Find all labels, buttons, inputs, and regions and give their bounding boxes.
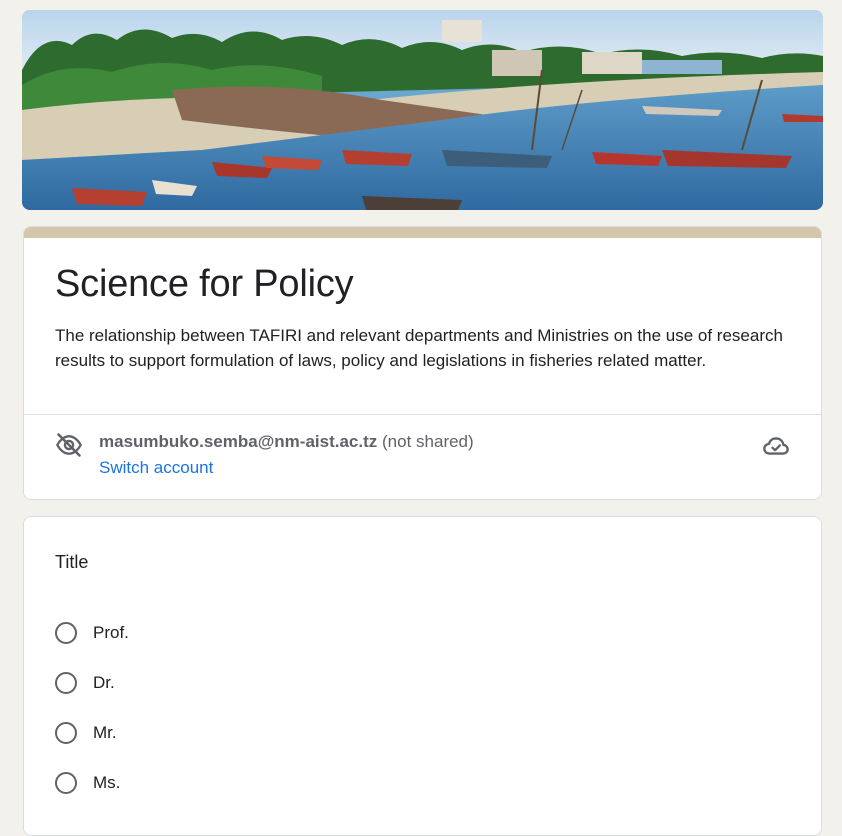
option-label: Ms.: [93, 773, 121, 792]
form-description: The relationship between TAFIRI and rele…: [55, 326, 783, 370]
option-ms[interactable]: Ms.: [55, 758, 129, 808]
header-accent-bar: [24, 227, 821, 238]
option-prof[interactable]: Prof.: [55, 608, 129, 658]
switch-account-link[interactable]: Switch account: [99, 456, 213, 480]
radio-button[interactable]: [55, 672, 77, 694]
eye-off-icon: [56, 433, 82, 457]
divider: [24, 414, 821, 415]
option-label: Dr.: [93, 673, 115, 692]
radio-options: Prof. Dr. Mr. Ms.: [55, 608, 129, 808]
question-card-title: Title Prof. Dr. Mr. Ms.: [23, 516, 822, 836]
radio-button[interactable]: [55, 622, 77, 644]
header-banner-image: [22, 10, 823, 210]
radio-button[interactable]: [55, 772, 77, 794]
radio-button[interactable]: [55, 722, 77, 744]
shared-status: (not shared): [382, 432, 474, 451]
form-header-card: Science for Policy The relationship betw…: [23, 226, 822, 500]
question-title: Title: [55, 552, 89, 572]
fishing-harbor-photo: [22, 10, 823, 210]
option-dr[interactable]: Dr.: [55, 658, 129, 708]
option-label: Mr.: [93, 723, 117, 742]
form-title: Science for Policy: [55, 263, 354, 305]
account-email: masumbuko.semba@nm-aist.ac.tz: [99, 432, 378, 451]
option-label: Prof.: [93, 623, 129, 642]
option-mr[interactable]: Mr.: [55, 708, 129, 758]
cloud-done-icon: [763, 437, 789, 455]
account-info: masumbuko.semba@nm-aist.ac.tz (not share…: [99, 430, 474, 454]
